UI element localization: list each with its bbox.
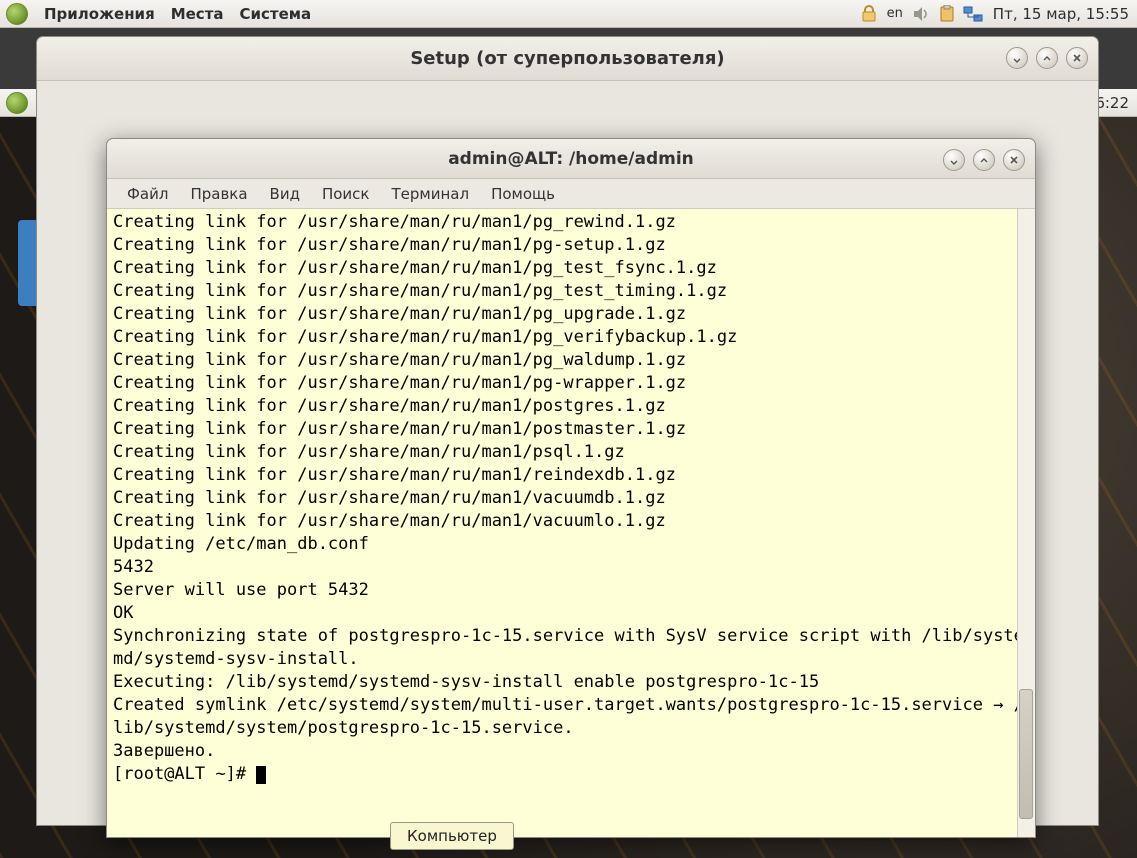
keyboard-lang-indicator[interactable]: en	[885, 4, 905, 24]
volume-icon[interactable]	[911, 4, 931, 24]
terminal-window: admin@ALT: /home/admin Файл Правка Вид П…	[106, 138, 1036, 838]
menu-terminal[interactable]: Терминал	[381, 182, 479, 206]
menu-file[interactable]: Файл	[117, 182, 178, 206]
terminal-output: Creating link for /usr/share/man/ru/man1…	[113, 211, 1029, 786]
minimize-button[interactable]	[943, 149, 965, 171]
clipboard-icon[interactable]	[937, 4, 957, 24]
terminal-scrollbar[interactable]	[1017, 209, 1035, 837]
panel-menu-applications[interactable]: Приложения	[36, 5, 163, 23]
menu-help[interactable]: Помощь	[481, 182, 565, 206]
menu-edit[interactable]: Правка	[180, 182, 257, 206]
network-icon[interactable]	[963, 4, 983, 24]
outer-tray: en Пт, 15 мар, 15:55	[859, 4, 1137, 24]
maximize-button[interactable]	[973, 149, 995, 171]
terminal-titlebar[interactable]: admin@ALT: /home/admin	[107, 139, 1035, 179]
scroll-thumb[interactable]	[1019, 689, 1033, 819]
terminal-body[interactable]: Creating link for /usr/share/man/ru/man1…	[107, 209, 1035, 837]
panel-menu-system[interactable]: Система	[232, 5, 320, 23]
minimize-button[interactable]	[1006, 47, 1028, 69]
lock-icon[interactable]	[859, 4, 879, 24]
terminal-menubar: Файл Правка Вид Поиск Терминал Помощь	[107, 179, 1035, 209]
setup-titlebar[interactable]: Setup (от суперпользователя)	[37, 37, 1098, 81]
menu-search[interactable]: Поиск	[312, 182, 380, 206]
setup-window-title: Setup (от суперпользователя)	[37, 48, 1098, 69]
close-button[interactable]	[1003, 149, 1025, 171]
distro-logo-icon[interactable]	[6, 3, 28, 25]
tooltip: Компьютер	[390, 822, 514, 850]
terminal-prompt: [root@ALT ~]#	[113, 764, 256, 784]
panel-menu-places[interactable]: Места	[163, 5, 232, 23]
terminal-window-title: admin@ALT: /home/admin	[107, 149, 1035, 169]
panel-clock[interactable]: Пт, 15 мар, 15:55	[989, 5, 1129, 23]
maximize-button[interactable]	[1036, 47, 1058, 69]
close-button[interactable]	[1066, 47, 1088, 69]
outer-top-panel: Приложения Места Система en Пт, 15 мар, …	[0, 0, 1137, 28]
distro-logo-icon[interactable]	[6, 92, 28, 114]
menu-view[interactable]: Вид	[260, 182, 310, 206]
terminal-cursor	[256, 766, 266, 784]
